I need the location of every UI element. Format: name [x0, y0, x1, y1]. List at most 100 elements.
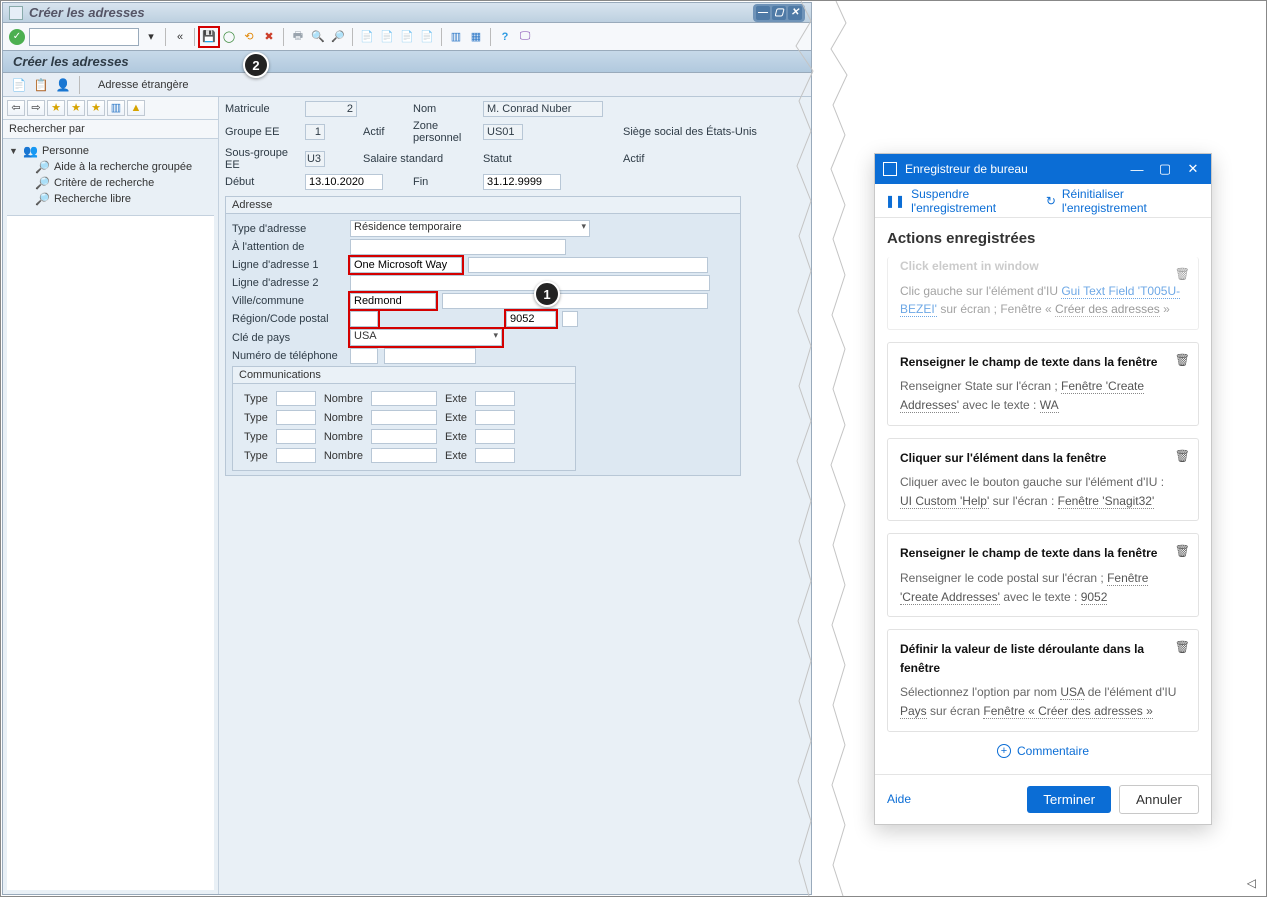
separator-icon	[79, 76, 80, 94]
recorder-maximize-button[interactable]: ▢	[1155, 161, 1175, 177]
communications-table: Type Nombre Exte Type	[239, 388, 520, 466]
minimize-button[interactable]: —	[756, 6, 770, 20]
help-button[interactable]: ?	[497, 29, 513, 45]
enter-button[interactable]: ✓	[9, 29, 25, 45]
sap-toolbar: ✓ ▾ « 💾 ◯ ⟲ ✖ 🖶 🔍 🔎 📄 📄 📄 📄 ▥ ▦ ? 🖵	[3, 23, 811, 51]
delete-action-button[interactable]: 🗑	[1175, 265, 1190, 284]
layout1-button[interactable]: ▥	[448, 29, 464, 45]
done-button[interactable]: Terminer	[1027, 786, 1111, 813]
tree-root-personne[interactable]: ▼ 👥 Personne	[9, 143, 212, 159]
action-text: Sélectionnez l'option par nom USA de l'é…	[900, 685, 1176, 719]
postal-ext-input[interactable]	[562, 311, 578, 327]
phone-number-input[interactable]	[384, 348, 476, 364]
back-button[interactable]: ◯	[221, 29, 237, 45]
layout2-button[interactable]: ▦	[468, 29, 484, 45]
delete-action-button[interactable]: 🗑	[1175, 638, 1190, 657]
nav-back-icon[interactable]: ⇦	[7, 100, 25, 116]
cancel-button[interactable]: Annuler	[1119, 785, 1199, 814]
comm-num-input[interactable]	[371, 391, 437, 406]
debut-input[interactable]	[305, 174, 383, 190]
nav-fwd-icon[interactable]: ⇨	[27, 100, 45, 116]
find-next-button[interactable]: 🔎	[330, 29, 346, 45]
comm-type-input[interactable]	[276, 429, 316, 444]
recorder-close-button[interactable]: ✕	[1183, 161, 1203, 177]
action-text: Clic gauche sur l'élément d'IU Gui Text …	[900, 284, 1180, 318]
action-link[interactable]: Fenêtre « Créer des adresses »	[983, 704, 1152, 719]
phone-area-input[interactable]	[350, 348, 378, 364]
tree-item-search-criteria[interactable]: 🔎 Critère de recherche	[35, 175, 212, 191]
comm-ext-input[interactable]	[475, 391, 515, 406]
fav3-icon[interactable]: ★	[87, 100, 105, 116]
action-link[interactable]: Pays	[900, 704, 927, 719]
country-select[interactable]: USA	[350, 329, 502, 346]
comment-label: Commentaire	[1017, 744, 1089, 758]
addr1-input[interactable]	[350, 257, 462, 273]
comm-num-input[interactable]	[371, 429, 437, 444]
page-first-button[interactable]: 📄	[359, 29, 375, 45]
recorder-minimize-button[interactable]: —	[1127, 162, 1147, 177]
delete-action-button[interactable]: 🗑	[1175, 542, 1190, 561]
address-type-select[interactable]: Résidence temporaire	[350, 220, 590, 237]
action-title: Click element in window	[900, 257, 1186, 276]
reset-recording-button[interactable]: ↻ Réinitialiser l'enregistrement	[1046, 187, 1201, 215]
print-button[interactable]: 🖶	[290, 29, 306, 45]
collapse-button[interactable]: «	[172, 29, 188, 45]
comm-num-input[interactable]	[371, 410, 437, 425]
action-link[interactable]: 9052	[1081, 590, 1108, 605]
comm-type-input[interactable]	[276, 448, 316, 463]
sousgroupe-label: Sous-groupe EE	[225, 147, 305, 171]
fav2-icon[interactable]: ★	[67, 100, 85, 116]
city-input-ext[interactable]	[442, 293, 708, 309]
add-comment-button[interactable]: + Commentaire	[887, 744, 1199, 758]
addr1-input-ext[interactable]	[468, 257, 708, 273]
addr2-label: Ligne d'adresse 2	[232, 277, 344, 289]
region-input[interactable]	[350, 311, 378, 327]
delete-action-button[interactable]: 🗑	[1175, 447, 1190, 466]
exit-button[interactable]: ⟲	[241, 29, 257, 45]
comm-ext-input[interactable]	[475, 410, 515, 425]
comm-ext-input[interactable]	[475, 448, 515, 463]
command-field[interactable]	[29, 28, 139, 46]
fav1-icon[interactable]: ★	[47, 100, 65, 116]
person-icon[interactable]: 👤	[55, 77, 71, 93]
comm-type-input[interactable]	[276, 391, 316, 406]
tree-item-grouped-search[interactable]: 🔎 Aide à la recherche groupée	[35, 159, 212, 175]
help-link[interactable]: Aide	[887, 792, 911, 806]
addr2-input[interactable]	[350, 275, 710, 291]
action-link[interactable]: Fenêtre 'Snagit32'	[1058, 494, 1155, 509]
comm-ext-input[interactable]	[475, 429, 515, 444]
pause-recording-button[interactable]: ❚❚ Suspendre l'enregistrement	[885, 187, 1046, 215]
gui-options-button[interactable]: 🖵	[517, 29, 533, 45]
action-title: Définir la valeur de liste déroulante da…	[900, 640, 1186, 677]
doc-copy-icon[interactable]: 📋	[33, 77, 49, 93]
nom-label: Nom	[413, 103, 483, 115]
postal-input[interactable]	[506, 311, 556, 327]
tree-item-label: Critère de recherche	[54, 177, 154, 189]
command-dropdown-icon[interactable]: ▾	[143, 29, 159, 45]
action-link[interactable]: USA	[1060, 685, 1084, 700]
doc-new-icon[interactable]: 📄	[11, 77, 27, 93]
page-up-button[interactable]: 📄	[379, 29, 395, 45]
action-link[interactable]: UI Custom 'Help'	[900, 494, 989, 509]
cancel-button[interactable]: ✖	[261, 29, 277, 45]
action-link[interactable]: Créer des adresses	[1055, 302, 1160, 317]
layout-icon[interactable]: ▥	[107, 100, 125, 116]
fin-input[interactable]	[483, 174, 561, 190]
action-card: Renseigner le champ de texte dans la fen…	[887, 533, 1199, 617]
page-down-button[interactable]: 📄	[399, 29, 415, 45]
close-button[interactable]: ✕	[788, 6, 802, 20]
maximize-button[interactable]: ▢	[772, 6, 786, 20]
up-icon[interactable]: ▲	[127, 100, 145, 116]
communications-title: Communications	[233, 367, 575, 384]
save-button[interactable]: 💾	[201, 29, 217, 45]
comm-type-input[interactable]	[276, 410, 316, 425]
find-button[interactable]: 🔍	[310, 29, 326, 45]
page-last-button[interactable]: 📄	[419, 29, 435, 45]
delete-action-button[interactable]: 🗑	[1175, 351, 1190, 370]
comm-num-input[interactable]	[371, 448, 437, 463]
city-input[interactable]	[350, 293, 436, 309]
tree-item-free-search[interactable]: 🔎 Recherche libre	[35, 191, 212, 207]
attention-label: À l'attention de	[232, 241, 344, 253]
action-link[interactable]: WA	[1040, 398, 1059, 413]
attention-input[interactable]	[350, 239, 566, 255]
